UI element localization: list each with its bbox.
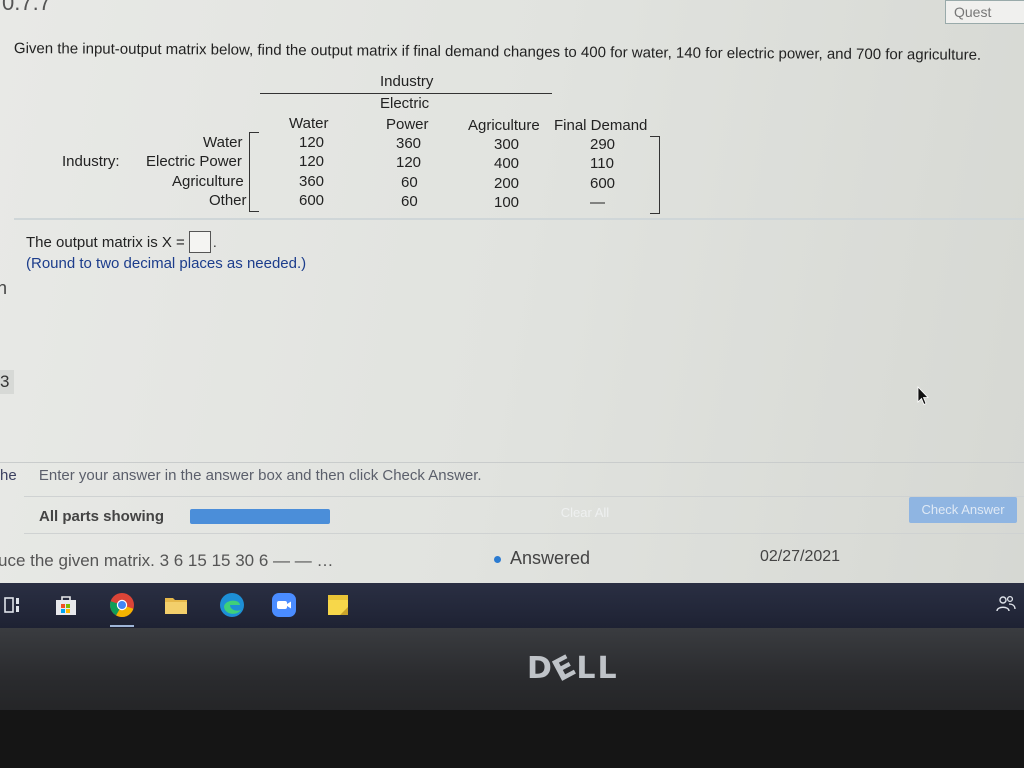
matrix-cell: 290 [590,136,616,153]
instruction-cut-text: he [0,467,17,484]
people-icon[interactable] [995,595,1017,613]
clear-all-button[interactable]: Clear All [552,503,618,523]
matrix-cell: 300 [494,136,520,153]
dell-logo: DELL [527,647,619,690]
column-header-power: Power [386,116,429,133]
row-label-agriculture: Agriculture [172,173,244,190]
row-label-electric-power: Electric Power [146,153,242,170]
question-text: Given the input-output matrix below, fin… [13,40,982,64]
question-nav-button[interactable]: Quest [945,0,1024,24]
column-header-agriculture: Agriculture [468,117,540,134]
bezel-bottom-edge [0,710,1024,768]
answered-dot-icon [494,556,501,563]
answer-period: . [212,234,217,250]
answer-prompt: The output matrix is X = . [26,231,217,253]
matrix-cell: — [590,194,605,211]
answer-footer: All parts showing Clear All Check Answer [24,496,1024,534]
matrix-cell: 360 [396,135,422,152]
side-question-number[interactable]: 3 [0,370,14,394]
store-icon[interactable] [52,591,80,619]
matrix-cell: 400 [494,155,520,172]
instruction-text: he Enter your answer in the answer box a… [0,467,482,484]
windows-taskbar [0,583,1024,628]
matrix-cell: 600 [590,175,616,192]
browser-screen: 0.7.7 Quest Given the input-output matri… [0,0,1024,583]
parts-showing-label: All parts showing [39,508,165,525]
divider [14,218,1024,220]
matrix-cell: 120 [299,153,325,170]
task-view-icon[interactable] [0,591,28,619]
mouse-cursor-icon [917,386,929,406]
matrix-cell: 200 [494,175,520,192]
matrix-cell: 100 [494,194,520,211]
side-industry-label: Industry: [62,153,120,170]
zoom-icon[interactable] [270,591,298,619]
input-output-matrix: Industry Water Electric Power Agricultur… [0,70,700,220]
matrix-cell: 360 [299,173,325,190]
due-date: 02/27/2021 [760,548,841,565]
rounding-note: (Round to two decimal places as needed.) [26,255,307,272]
instruction-main-text: Enter your answer in the answer box and … [38,467,482,484]
matrix-cell: 120 [396,154,422,171]
matrix-cell: 60 [401,193,418,210]
industry-underline [260,93,552,94]
row-label-other: Other [209,192,247,209]
file-explorer-icon[interactable] [162,591,190,619]
side-mark-n: n [0,278,8,298]
column-header-water: Water [289,115,329,132]
answer-input-box[interactable] [188,231,211,253]
parts-progress-bar [190,509,330,524]
answered-status: Answered [510,548,591,568]
matrix-cell: 110 [590,155,614,172]
question-title-text[interactable]: uce the given matrix. 3 6 15 15 30 6 — —… [0,551,333,571]
edge-icon[interactable] [218,591,246,619]
industry-group-label: Industry [380,73,434,90]
matrix-cell: 60 [401,174,418,191]
row-label-water: Water [203,134,243,151]
matrix-cell: 600 [299,192,325,209]
chrome-icon[interactable] [108,591,136,627]
matrix-cell: 120 [299,134,325,151]
matrix-right-bracket [650,136,660,214]
column-header-final-demand: Final Demand [554,117,648,134]
answer-prompt-label: The output matrix is X = [26,233,185,251]
column-header-electric: Electric [380,95,430,112]
divider [0,462,1024,463]
matrix-left-bracket [249,132,259,212]
sticky-notes-icon[interactable] [324,591,352,619]
check-answer-button[interactable]: Check Answer [909,497,1017,523]
laptop-bezel: DELL [0,628,1024,768]
assignment-status-row: uce the given matrix. 3 6 15 15 30 6 — —… [0,542,1024,583]
top-bar: 0.7.7 Quest [0,0,1024,28]
section-number: 0.7.7 [2,0,51,15]
